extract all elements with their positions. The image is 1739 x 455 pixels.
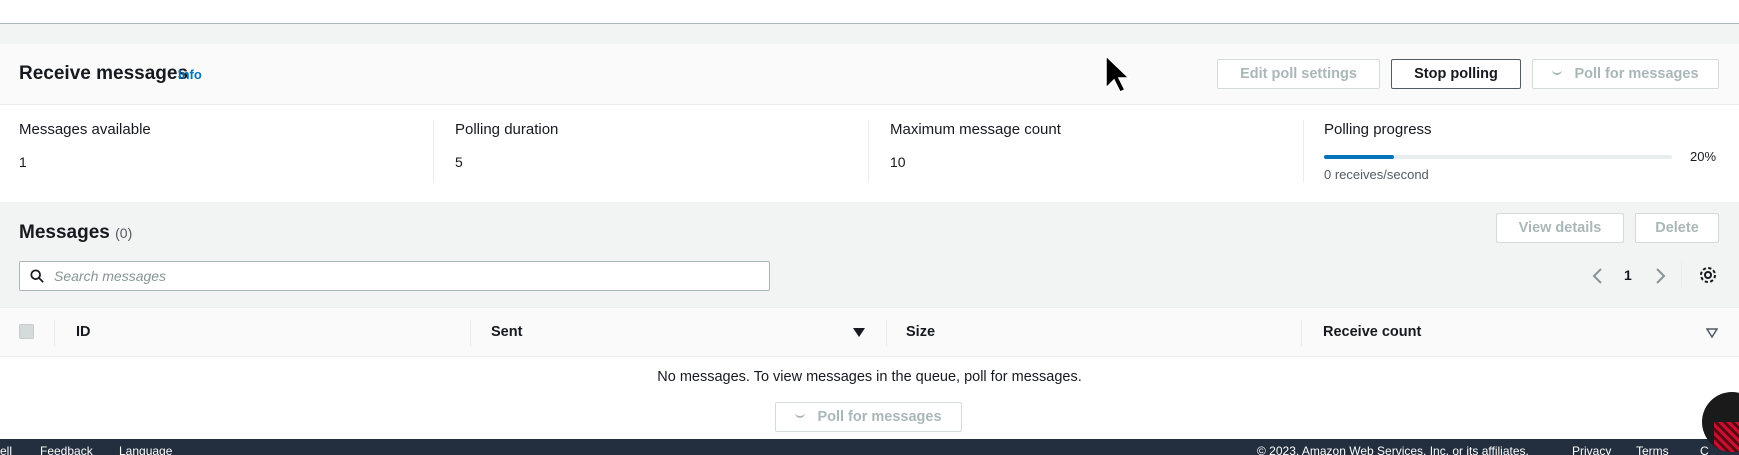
stop-polling-button[interactable]: Stop polling xyxy=(1391,59,1521,89)
column-id[interactable]: ID xyxy=(76,324,91,340)
mouse-cursor-icon xyxy=(1105,54,1130,93)
stat-divider xyxy=(1303,120,1304,182)
column-separator xyxy=(1301,320,1302,346)
max-message-count-label: Maximum message count xyxy=(890,121,1061,138)
receive-messages-header: Receive messages Info Edit poll settings… xyxy=(0,44,1739,105)
spinner-icon xyxy=(795,412,806,418)
polling-progress-label: Polling progress xyxy=(1324,121,1432,138)
spinner-icon xyxy=(1552,69,1563,75)
gear-icon[interactable] xyxy=(1698,265,1718,285)
poll-for-messages-table-button[interactable]: Poll for messages xyxy=(775,402,962,432)
footer-privacy-link[interactable]: Privacy xyxy=(1572,444,1611,455)
edit-poll-settings-button[interactable]: Edit poll settings xyxy=(1217,59,1380,89)
polling-duration-value: 5 xyxy=(455,154,463,170)
stat-divider xyxy=(868,120,869,182)
polling-progress-fill xyxy=(1324,155,1394,159)
search-icon xyxy=(30,269,44,283)
messages-title: Messages xyxy=(19,222,110,243)
poll-for-messages-table-label: Poll for messages xyxy=(817,409,942,425)
pager-divider xyxy=(1681,262,1682,288)
footer-language-link[interactable]: Language xyxy=(119,444,172,455)
messages-table-header: ID Sent Size Receive count xyxy=(0,307,1739,357)
messages-available-label: Messages available xyxy=(19,121,151,138)
chevron-right-icon[interactable] xyxy=(1650,264,1670,288)
footer-copyright: © 2023, Amazon Web Services, Inc. or its… xyxy=(1257,444,1529,455)
sort-caret-down-icon[interactable] xyxy=(853,328,865,337)
poll-for-messages-label: Poll for messages xyxy=(1574,66,1699,82)
column-separator xyxy=(470,320,471,346)
chevron-left-icon[interactable] xyxy=(1588,264,1608,288)
view-details-button[interactable]: View details xyxy=(1496,213,1624,243)
polling-progress-percent: 20% xyxy=(1690,149,1717,164)
empty-table-message: No messages. To view messages in the que… xyxy=(657,369,1082,385)
delete-button[interactable]: Delete xyxy=(1635,213,1719,243)
footer-cloudshell-link[interactable]: ell xyxy=(0,444,12,455)
receive-messages-title: Receive messages xyxy=(19,63,189,84)
search-box[interactable] xyxy=(19,261,770,291)
messages-heading: Messages (0) xyxy=(19,222,132,244)
footer-terms-link[interactable]: Terms xyxy=(1636,444,1669,455)
footer-feedback-link[interactable]: Feedback xyxy=(40,444,93,455)
receives-per-second: 0 receives/second xyxy=(1324,167,1429,182)
column-size[interactable]: Size xyxy=(906,324,935,340)
footer-cookie-link[interactable]: C xyxy=(1700,444,1709,455)
max-message-count-value: 10 xyxy=(890,154,906,170)
top-bar xyxy=(0,0,1739,24)
column-separator xyxy=(54,320,55,346)
column-sent[interactable]: Sent xyxy=(491,324,522,340)
column-separator xyxy=(886,320,887,346)
search-input[interactable] xyxy=(54,262,754,290)
messages-available-value: 1 xyxy=(19,154,27,170)
receive-messages-panel: Receive messages Info Edit poll settings… xyxy=(0,44,1739,202)
poll-for-messages-button[interactable]: Poll for messages xyxy=(1532,59,1719,89)
info-link[interactable]: Info xyxy=(178,67,202,82)
messages-count: (0) xyxy=(115,225,133,241)
select-all-checkbox[interactable] xyxy=(19,324,34,339)
caret-down-icon[interactable] xyxy=(1706,328,1718,338)
polling-progress-bar xyxy=(1324,155,1672,159)
column-receive-count[interactable]: Receive count xyxy=(1323,324,1421,340)
messages-table-body: No messages. To view messages in the que… xyxy=(0,357,1739,439)
footer: ell Feedback Language © 2023, Amazon Web… xyxy=(0,439,1739,455)
polling-duration-label: Polling duration xyxy=(455,121,559,138)
stat-divider xyxy=(433,120,434,182)
page-number[interactable]: 1 xyxy=(1624,267,1632,283)
